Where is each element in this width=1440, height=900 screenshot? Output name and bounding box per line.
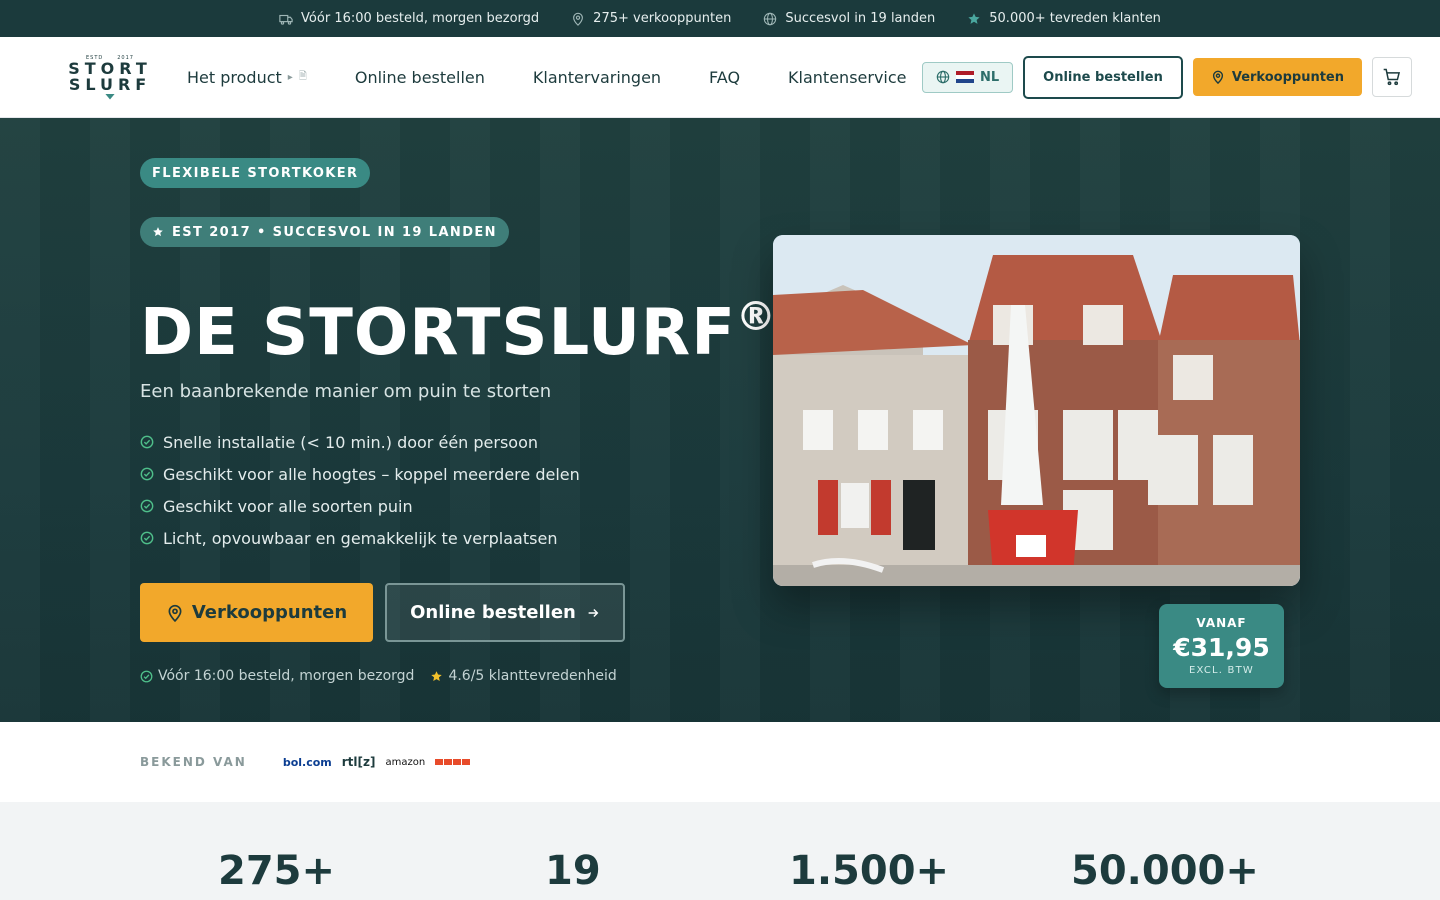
header-verkooppunten-label: Verkooppunten — [1231, 69, 1344, 85]
hero-meta: Vóór 16:00 besteld, morgen bezorgd 4.6/5… — [140, 668, 740, 684]
stat-salespoints: 275+ — [218, 848, 336, 894]
map-pin-icon — [573, 12, 584, 26]
globe-icon — [764, 12, 777, 25]
amazon-logo: amazon — [385, 756, 426, 768]
logo-crest-icon — [105, 93, 115, 100]
hero-verkooppunten-button[interactable]: Verkooppunten — [140, 583, 373, 642]
price-badge: VANAF €31,95 EXCL. BTW — [1159, 604, 1284, 688]
hero-content: FLEXIBELE STORTKOKER EST 2017 • SUCCESVO… — [140, 158, 776, 684]
brand-logos: bol.com rtl[z] amazon — [282, 755, 471, 769]
price-badge-price: €31,95 — [1173, 633, 1270, 662]
document-icon: 🗎 — [298, 70, 307, 82]
meta-rating: 4.6/5 klanttevredenheid — [430, 668, 617, 684]
map-pin-icon — [1212, 70, 1223, 84]
topbar-salespoints-text: 275+ verkooppunten — [593, 11, 732, 26]
header-verkooppunten-button[interactable]: Verkooppunten — [1192, 58, 1362, 96]
shopping-cart-icon — [1383, 68, 1401, 86]
registered-mark: ® — [735, 294, 777, 340]
established-pill: EST 2017 • SUCCESVOL IN 19 LANDEN — [140, 217, 509, 247]
feature-text: Geschikt voor alle hoogtes – koppel meer… — [163, 464, 580, 484]
main-navigation: Het product ▸ 🗎 Online bestellen Klanter… — [187, 68, 922, 87]
rtl4-logo — [435, 759, 471, 765]
nav-item-klantenservice[interactable]: Klantenservice — [788, 68, 906, 87]
feature-list: Snelle installatie (< 10 min.) door één … — [140, 426, 740, 554]
stat-customers: 50.000+ — [1071, 848, 1259, 894]
logo-line-2: SLURF — [68, 74, 152, 94]
feature-item: Geschikt voor alle hoogtes – koppel meer… — [140, 458, 740, 490]
nav-item-online-bestellen[interactable]: Online bestellen — [355, 68, 485, 87]
stats-section: 275+ 19 1.500+ 50.000+ — [0, 802, 1440, 900]
bol-logo: bol.com — [282, 755, 332, 769]
feature-text: Geschikt voor alle soorten puin — [163, 496, 413, 516]
check-circle-icon — [140, 670, 153, 682]
arrow-right-icon — [588, 608, 599, 617]
star-icon — [968, 12, 980, 24]
star-icon — [153, 227, 163, 237]
houses-illustration — [773, 235, 1300, 586]
meta-delivery-text: Vóór 16:00 besteld, morgen bezorgd — [158, 668, 415, 684]
feature-text: Snelle installatie (< 10 min.) door één … — [163, 432, 539, 452]
check-circle-icon — [140, 499, 154, 513]
price-badge-label: VANAF — [1196, 616, 1247, 630]
dutch-flag-icon — [955, 71, 974, 83]
language-selector[interactable]: NL — [921, 61, 1014, 93]
stat-third: 1.500+ — [789, 848, 950, 894]
check-circle-icon — [140, 435, 154, 449]
hero-title: DE STORTSLURF® — [140, 281, 776, 370]
nav-item-product[interactable]: Het product ▸ 🗎 — [187, 68, 307, 87]
topbar-customers: 50.000+ tevreden klanten — [967, 11, 1161, 26]
nav-item-klantervaringen[interactable]: Klantervaringen — [533, 68, 661, 87]
language-code: NL — [979, 69, 1000, 85]
meta-rating-text: 4.6/5 klanttevredenheid — [448, 668, 617, 684]
feature-item: Geschikt voor alle soorten puin — [140, 490, 740, 522]
topbar-delivery: Vóór 16:00 besteld, morgen bezorgd — [279, 11, 539, 26]
hero-verkooppunten-label: Verkooppunten — [191, 602, 348, 623]
feature-text: Licht, opvouwbaar en gemakkelijk te verp… — [163, 528, 558, 548]
site-header: ESTD 2017 STORT SLURF Het product ▸ 🗎 On… — [0, 37, 1440, 118]
cart-button[interactable] — [1372, 57, 1412, 97]
header-actions: NL Online bestellen Verkooppunten — [921, 55, 1412, 99]
topbar-delivery-text: Vóór 16:00 besteld, morgen bezorgd — [301, 11, 540, 26]
known-from-label: BEKEND VAN — [140, 755, 247, 769]
hero-online-bestellen-label: Online bestellen — [410, 602, 576, 623]
chevron-right-icon: ▸ — [287, 71, 293, 83]
nav-item-faq[interactable]: FAQ — [709, 68, 740, 87]
hero-product-photo — [773, 235, 1300, 586]
map-pin-icon — [168, 604, 182, 622]
meta-delivery: Vóór 16:00 besteld, morgen bezorgd — [140, 668, 414, 684]
hero-title-text: DE STORTSLURF — [140, 296, 736, 370]
stortslurf-logo[interactable]: ESTD 2017 STORT SLURF — [68, 52, 147, 102]
known-from-section: BEKEND VAN bol.com rtl[z] amazon — [0, 722, 1440, 802]
topbar-customers-text: 50.000+ tevreden klanten — [989, 11, 1161, 26]
header-online-bestellen-button[interactable]: Online bestellen — [1023, 55, 1183, 99]
check-circle-icon — [140, 467, 154, 481]
feature-item: Snelle installatie (< 10 min.) door één … — [140, 426, 740, 458]
globe-icon — [936, 70, 950, 84]
star-icon — [431, 670, 443, 681]
truck-icon — [279, 14, 293, 25]
hero-section: FLEXIBELE STORTKOKER EST 2017 • SUCCESVO… — [0, 118, 1440, 722]
hero-subtitle: Een baanbrekende manier om puin te stort… — [140, 381, 552, 402]
check-circle-icon — [140, 531, 154, 545]
topbar-countries-text: Succesvol in 19 landen — [785, 11, 936, 26]
stat-countries: 19 — [545, 848, 601, 894]
topbar-countries: Succesvol in 19 landen — [763, 11, 935, 26]
established-pill-text: EST 2017 • SUCCESVOL IN 19 LANDEN — [172, 224, 497, 240]
rtlz-logo: rtl[z] — [341, 755, 376, 769]
top-announcement-bar: Vóór 16:00 besteld, morgen bezorgd 275+ … — [0, 0, 1440, 37]
price-badge-note: EXCL. BTW — [1188, 665, 1254, 676]
category-pill: FLEXIBELE STORTKOKER — [140, 158, 371, 188]
topbar-salespoints: 275+ verkooppunten — [571, 11, 731, 26]
hero-cta-group: Verkooppunten Online bestellen — [140, 583, 740, 642]
feature-item: Licht, opvouwbaar en gemakkelijk te verp… — [140, 522, 740, 554]
nav-item-product-label: Het product — [187, 67, 282, 87]
hero-online-bestellen-button[interactable]: Online bestellen — [385, 583, 625, 642]
